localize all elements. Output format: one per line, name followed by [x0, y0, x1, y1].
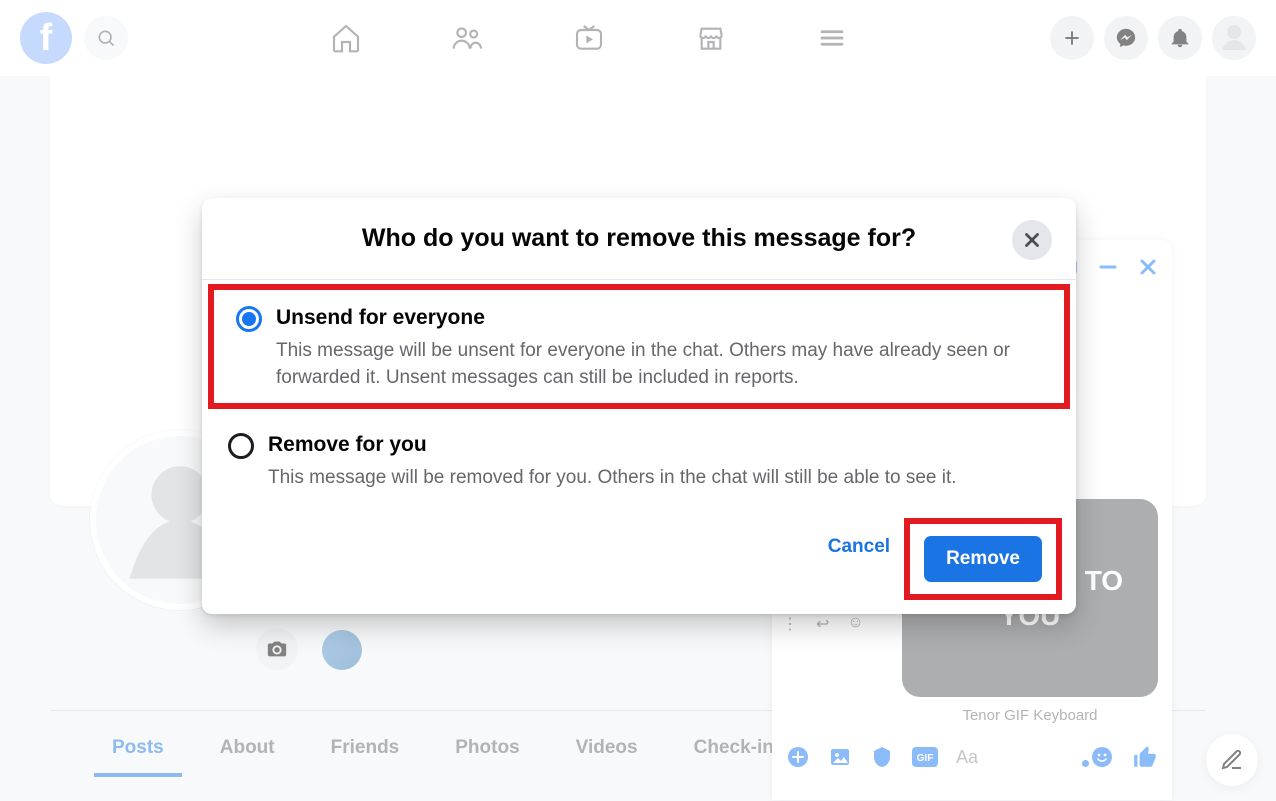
radio-remove-for-you[interactable] [228, 433, 254, 459]
radio-unsend-everyone[interactable] [236, 306, 262, 332]
remove-button[interactable]: Remove [924, 536, 1042, 582]
option-remove-for-you[interactable]: Remove for you This message will be remo… [202, 413, 1076, 508]
option-title: Unsend for everyone [276, 306, 1042, 330]
remove-message-dialog: Who do you want to remove this message f… [202, 198, 1076, 614]
dialog-title: Who do you want to remove this message f… [362, 224, 916, 253]
dialog-footer: Cancel Remove [202, 520, 1076, 614]
option-title: Remove for you [268, 433, 957, 457]
close-icon [1021, 229, 1043, 251]
dialog-header: Who do you want to remove this message f… [202, 198, 1076, 280]
close-dialog-button[interactable] [1012, 220, 1052, 260]
highlighted-action: Remove [912, 526, 1054, 592]
option-description: This message will be removed for you. Ot… [268, 465, 957, 492]
option-unsend-everyone[interactable]: Unsend for everyone This message will be… [210, 286, 1068, 407]
option-description: This message will be unsent for everyone… [276, 338, 1042, 391]
dialog-body: Unsend for everyone This message will be… [202, 286, 1076, 520]
cancel-button[interactable]: Cancel [812, 526, 906, 568]
